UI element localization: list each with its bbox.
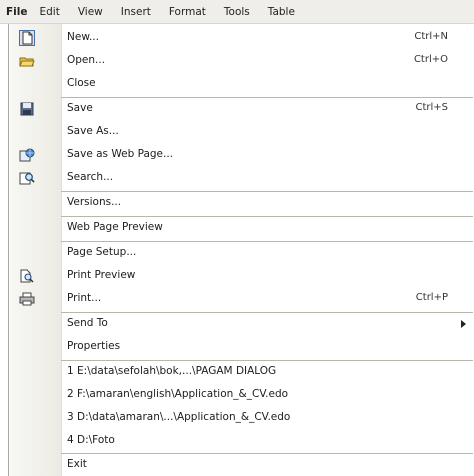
menu-item-send-to[interactable]: Send To [9, 313, 474, 335]
save-icon [19, 101, 35, 117]
web-page-icon [19, 147, 35, 163]
menu-item-page-setup[interactable]: Page Setup... [9, 242, 474, 264]
menu-tools[interactable]: Tools [224, 6, 250, 18]
print-preview-icon [19, 268, 35, 284]
menu-format[interactable]: Format [169, 6, 206, 18]
menu-item-label: Versions... [67, 196, 122, 208]
menu-item-label: 1 E:\data\sefolah\bok,...\PAGAM DIALOG [67, 365, 277, 377]
menu-item-versions[interactable]: Versions... [9, 192, 474, 214]
menu-item-recent-file-3[interactable]: 3 D:\data\amaran\...\Application_&_CV.ed… [9, 407, 474, 429]
menu-item-label: 3 D:\data\amaran\...\Application_&_CV.ed… [67, 411, 291, 423]
menu-item-recent-file-1[interactable]: 1 E:\data\sefolah\bok,...\PAGAM DIALOG [9, 361, 474, 383]
menu-item-print-preview[interactable]: Print Preview [9, 265, 474, 287]
menu-item-label: Print Preview [67, 269, 136, 281]
new-document-icon [19, 30, 35, 46]
menu-item-label: Save As... [67, 125, 119, 137]
menu-item-label: Save [67, 102, 93, 114]
menu-item-save-as[interactable]: Save As... [9, 121, 474, 143]
menu-item-recent-file-2[interactable]: 2 F:\amaran\english\Application_&_CV.edo [9, 384, 474, 406]
menu-bar: File Edit View Insert Format Tools Table [0, 0, 474, 24]
word-window: File Edit View Insert Format Tools Table… [0, 0, 474, 476]
menu-item-web-page-preview[interactable]: Web Page Preview [9, 217, 474, 239]
menu-view[interactable]: View [78, 6, 103, 18]
open-folder-icon [19, 53, 35, 69]
menu-item-shortcut: Ctrl+S [415, 102, 448, 113]
menu-item-label: New... [67, 31, 99, 43]
menu-item-recent-file-4[interactable]: 4 D:\Foto [9, 430, 474, 452]
menu-item-close[interactable]: Close [9, 73, 474, 95]
menu-item-label: Exit [67, 458, 87, 470]
menu-file[interactable]: File [6, 6, 28, 18]
menu-item-open[interactable]: Open... Ctrl+O [9, 50, 474, 72]
menu-item-label: Print... [67, 292, 102, 304]
menu-item-label: Search... [67, 171, 114, 183]
menu-item-search[interactable]: Search... [9, 167, 474, 189]
menu-item-label: Open... [67, 54, 106, 66]
menu-item-label: Page Setup... [67, 246, 137, 258]
menu-item-shortcut: Ctrl+O [413, 54, 448, 65]
menu-item-new[interactable]: New... Ctrl+N [9, 27, 474, 49]
menu-item-label: Web Page Preview [67, 221, 163, 233]
menu-insert[interactable]: Insert [121, 6, 151, 18]
submenu-arrow-icon [461, 320, 466, 328]
menu-item-properties[interactable]: Properties [9, 336, 474, 358]
menu-item-label: 4 D:\Foto [67, 434, 115, 446]
menu-edit[interactable]: Edit [40, 6, 60, 18]
printer-icon [19, 291, 35, 307]
search-icon [19, 170, 35, 186]
menu-item-shortcut: Ctrl+P [415, 292, 448, 303]
menu-item-label: 2 F:\amaran\english\Application_&_CV.edo [67, 388, 289, 400]
menu-item-label: Close [67, 77, 96, 89]
menu-item-shortcut: Ctrl+N [414, 31, 448, 42]
menu-item-save[interactable]: Save Ctrl+S [9, 98, 474, 120]
menu-item-label: Properties [67, 340, 121, 352]
menu-item-save-as-web-page[interactable]: Save as Web Page... [9, 144, 474, 166]
menu-item-label: Send To [67, 317, 108, 329]
menu-table[interactable]: Table [268, 6, 295, 18]
file-menu-dropdown: New... Ctrl+N Open... Ctrl+O Close Save … [8, 24, 474, 476]
menu-item-label: Save as Web Page... [67, 148, 174, 160]
menu-item-exit[interactable]: Exit [9, 454, 474, 476]
menu-item-print[interactable]: Print... Ctrl+P [9, 288, 474, 310]
